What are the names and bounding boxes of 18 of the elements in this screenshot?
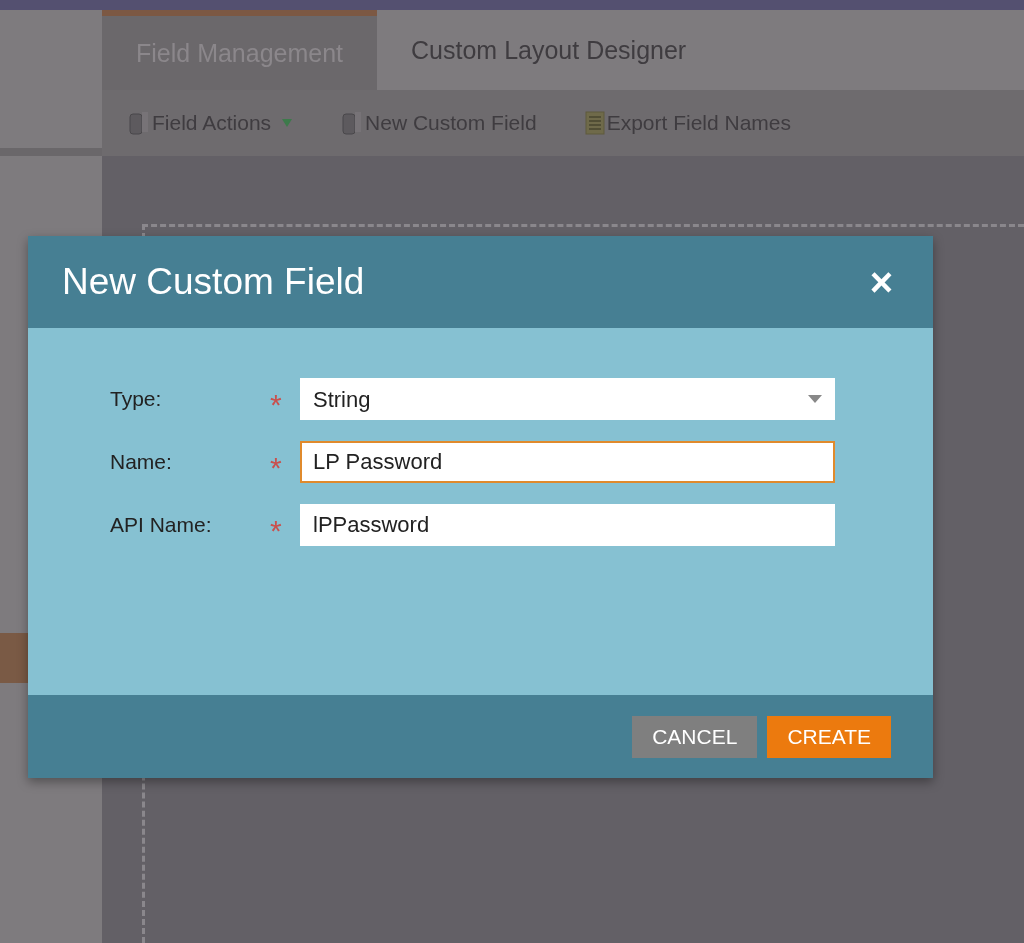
caret-icon: [808, 395, 822, 403]
text-input[interactable]: lPPassword: [300, 504, 835, 546]
cancel-button[interactable]: CANCEL: [632, 715, 758, 758]
field-label: API Name:: [110, 512, 213, 539]
document-icon: [584, 111, 605, 135]
close-button[interactable]: ×: [869, 262, 893, 302]
database-icon: [128, 110, 150, 136]
field-label: Name:: [110, 449, 173, 476]
required-mark: *: [270, 386, 283, 423]
create-button[interactable]: CREATE: [767, 715, 891, 758]
required-mark: *: [270, 512, 283, 549]
type-select[interactable]: String: [300, 378, 835, 420]
caret-icon: [281, 118, 294, 128]
database-icon: [341, 110, 364, 136]
text-input[interactable]: LP Password: [300, 441, 835, 483]
required-mark: *: [270, 449, 283, 486]
field-label: Type:: [110, 386, 163, 413]
dialog-title: New Custom Field: [62, 260, 365, 305]
